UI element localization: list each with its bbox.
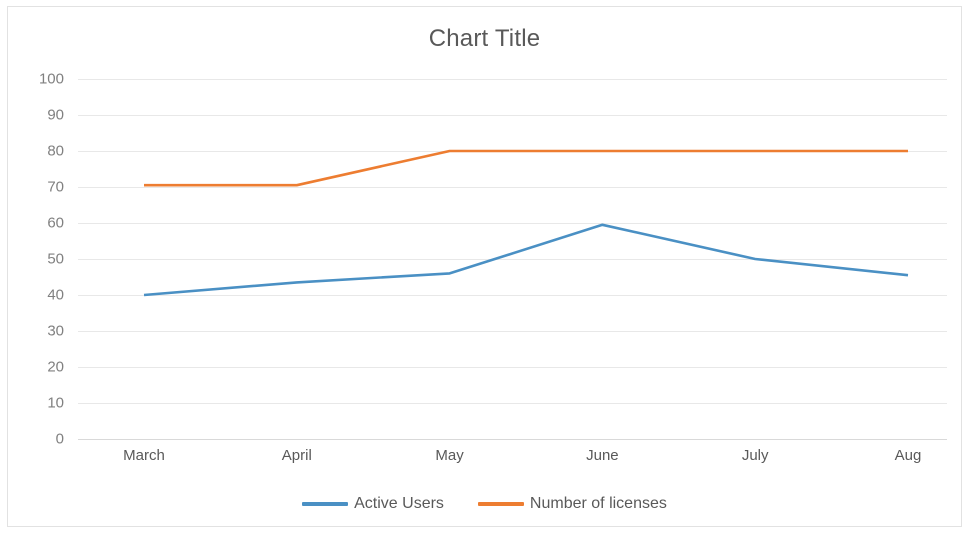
x-axis-tick-label: May bbox=[435, 447, 463, 464]
x-axis-tick-label: Aug bbox=[895, 447, 922, 464]
y-axis-tick-label: 40 bbox=[12, 287, 64, 304]
plot-area bbox=[78, 79, 947, 439]
x-axis-tick-label: April bbox=[282, 447, 312, 464]
legend-color-swatch bbox=[478, 502, 524, 506]
y-axis-tick-label: 30 bbox=[12, 323, 64, 340]
series-line bbox=[144, 151, 908, 185]
legend-color-swatch bbox=[302, 502, 348, 506]
chart-container: Chart Title 1009080706050403020100 March… bbox=[7, 6, 962, 527]
series-lines bbox=[78, 79, 947, 439]
legend-item[interactable]: Active Users bbox=[302, 495, 444, 513]
series-line bbox=[144, 225, 908, 295]
legend-label: Number of licenses bbox=[530, 495, 667, 513]
y-axis-tick-label: 0 bbox=[12, 431, 64, 448]
x-axis-tick-label: July bbox=[742, 447, 769, 464]
x-axis-tick-label: June bbox=[586, 447, 619, 464]
chart-title: Chart Title bbox=[8, 25, 961, 53]
y-axis-tick-label: 60 bbox=[12, 215, 64, 232]
legend-item[interactable]: Number of licenses bbox=[478, 495, 667, 513]
y-axis-tick-label: 70 bbox=[12, 179, 64, 196]
y-axis-tick-label: 20 bbox=[12, 359, 64, 376]
y-axis-tick-labels: 1009080706050403020100 bbox=[8, 7, 64, 528]
y-axis-tick-label: 100 bbox=[12, 71, 64, 88]
y-axis-tick-label: 80 bbox=[12, 143, 64, 160]
y-axis-tick-label: 90 bbox=[12, 107, 64, 124]
y-axis-tick-label: 50 bbox=[12, 251, 64, 268]
chart-legend: Active Users Number of licenses bbox=[8, 495, 961, 513]
legend-label: Active Users bbox=[354, 495, 444, 513]
y-axis-tick-label: 10 bbox=[12, 395, 64, 412]
x-axis-line bbox=[78, 439, 947, 440]
x-axis-tick-label: March bbox=[123, 447, 165, 464]
